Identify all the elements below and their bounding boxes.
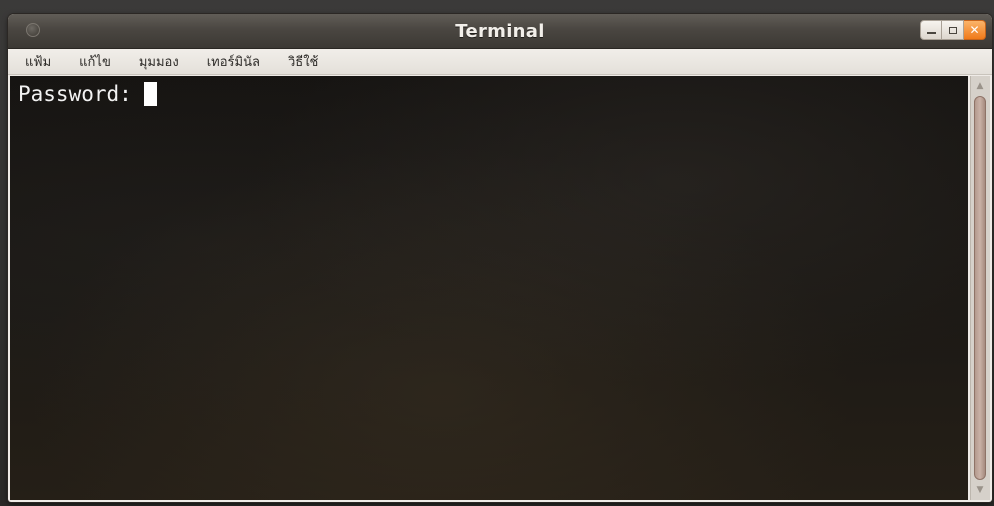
- arrow-down-icon[interactable]: ▼: [974, 484, 986, 496]
- menu-bar: แฟ้ม แก้ไข มุมมอง เทอร์มินัล วิธีใช้: [8, 49, 992, 75]
- menu-view[interactable]: มุมมอง: [136, 49, 182, 74]
- desktop: Terminal ✕ แฟ้ม แก้ไข มุมมอง เทอร์มินัล …: [0, 0, 994, 506]
- terminal-window: Terminal ✕ แฟ้ม แก้ไข มุมมอง เทอร์มินัล …: [8, 14, 992, 502]
- window-title: Terminal: [455, 21, 545, 42]
- terminal-area[interactable]: Password:: [10, 76, 968, 500]
- menu-edit[interactable]: แก้ไข: [76, 49, 114, 74]
- minimize-button[interactable]: [920, 20, 942, 40]
- scroll-thumb[interactable]: [974, 96, 986, 480]
- title-bar[interactable]: Terminal ✕: [8, 14, 992, 49]
- minimize-icon: [926, 31, 936, 34]
- arrow-up-icon[interactable]: ▲: [974, 80, 986, 92]
- close-icon: ✕: [969, 23, 980, 37]
- vertical-scrollbar[interactable]: ▲ ▼: [970, 76, 990, 500]
- text-cursor: [143, 82, 157, 106]
- close-button[interactable]: ✕: [964, 20, 986, 40]
- menu-help[interactable]: วิธีใช้: [285, 49, 321, 74]
- maximize-icon: [948, 26, 957, 34]
- password-prompt: Password:: [18, 82, 132, 106]
- prompt-line: Password:: [18, 82, 157, 106]
- menu-terminal[interactable]: เทอร์มินัล: [204, 49, 263, 74]
- window-controls: ✕: [920, 20, 986, 40]
- maximize-button[interactable]: [942, 20, 964, 40]
- menu-file[interactable]: แฟ้ม: [22, 49, 54, 74]
